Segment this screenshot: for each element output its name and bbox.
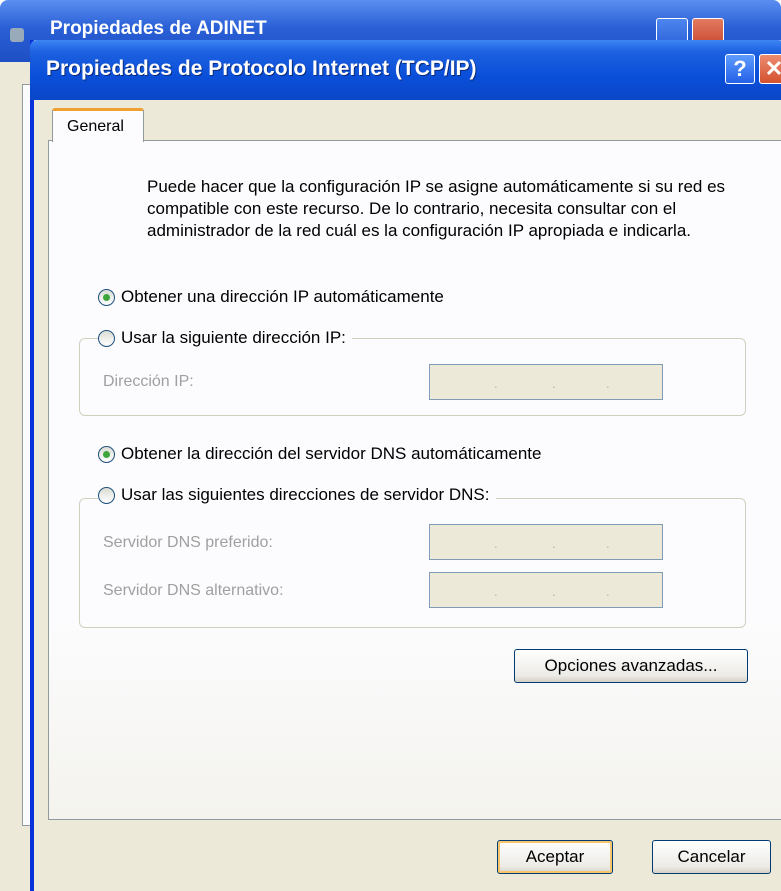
help-icon: ? bbox=[733, 56, 747, 81]
close-icon: ✕ bbox=[764, 56, 781, 81]
radio-selected-icon bbox=[98, 445, 115, 463]
radio-unselected-icon bbox=[98, 329, 115, 347]
close-button[interactable]: ✕ bbox=[759, 54, 781, 84]
dns-preferred-field[interactable]: ... bbox=[429, 524, 663, 560]
ip-octet-separator: . bbox=[606, 376, 610, 391]
ip-octet-separator: . bbox=[494, 376, 498, 391]
ip-octet-separator: . bbox=[552, 584, 556, 599]
tcpip-properties-dialog: Propiedades de Protocolo Internet (TCP/I… bbox=[30, 40, 781, 891]
dns-preferred-label: Servidor DNS preferido: bbox=[103, 534, 273, 551]
ip-manual-radio[interactable]: Usar la siguiente dirección IP: bbox=[98, 328, 352, 348]
ip-manual-label: Usar la siguiente dirección IP: bbox=[121, 328, 346, 347]
dns-alternate-label: Servidor DNS alternativo: bbox=[103, 582, 284, 599]
dialog-title: Propiedades de Protocolo Internet (TCP/I… bbox=[46, 57, 477, 80]
dns-auto-radio[interactable]: Obtener la dirección del servidor DNS au… bbox=[98, 444, 548, 464]
tab-general-label: General bbox=[67, 118, 124, 135]
radio-selected-icon bbox=[98, 288, 115, 306]
dns-manual-radio[interactable]: Usar las siguientes direcciones de servi… bbox=[98, 485, 496, 505]
dialog-titlebar[interactable]: Propiedades de Protocolo Internet (TCP/I… bbox=[30, 40, 781, 100]
help-button[interactable]: ? bbox=[725, 54, 755, 84]
ok-button[interactable]: Aceptar bbox=[497, 840, 613, 874]
dns-group bbox=[79, 498, 746, 628]
ip-octet-separator: . bbox=[552, 376, 556, 391]
ip-octet-separator: . bbox=[552, 536, 556, 551]
dns-alternate-field[interactable]: ... bbox=[429, 572, 663, 608]
tab-general[interactable]: General bbox=[52, 108, 144, 142]
ip-octet-separator: . bbox=[606, 536, 610, 551]
advanced-options-button[interactable]: Opciones avanzadas... bbox=[514, 649, 748, 683]
ip-address-label: Dirección IP: bbox=[103, 373, 194, 390]
dns-auto-label: Obtener la dirección del servidor DNS au… bbox=[121, 444, 542, 463]
ip-auto-radio[interactable]: Obtener una dirección IP automáticamente bbox=[98, 287, 450, 307]
ip-octet-separator: . bbox=[494, 584, 498, 599]
ip-auto-label: Obtener una dirección IP automáticamente bbox=[121, 287, 444, 306]
network-icon bbox=[10, 28, 24, 42]
ip-address-field[interactable]: ... bbox=[429, 364, 663, 400]
radio-unselected-icon bbox=[98, 486, 115, 504]
description-text: Puede hacer que la configuración IP se a… bbox=[147, 177, 726, 240]
ip-octet-separator: . bbox=[606, 584, 610, 599]
dns-manual-label: Usar las siguientes direcciones de servi… bbox=[121, 485, 490, 504]
background-window-title: Propiedades de ADINET bbox=[50, 18, 267, 39]
general-tab-panel bbox=[48, 140, 781, 820]
cancel-button[interactable]: Cancelar bbox=[652, 840, 771, 874]
ip-octet-separator: . bbox=[494, 536, 498, 551]
